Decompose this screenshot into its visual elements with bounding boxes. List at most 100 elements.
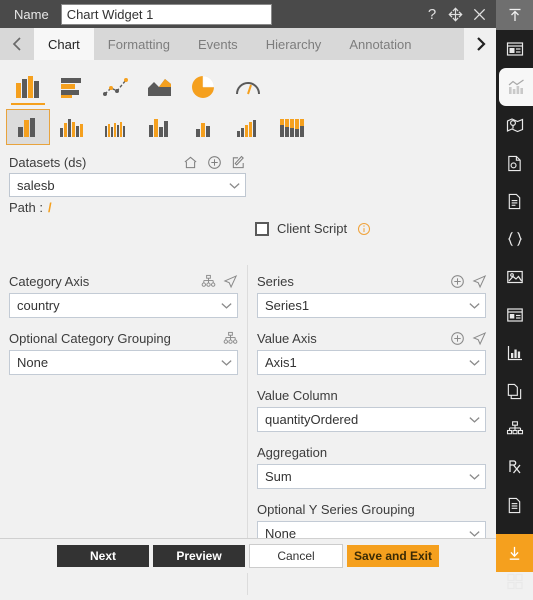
prescription-icon[interactable]	[496, 448, 533, 486]
main-panel: Datasets (ds) salesb Path: / Client Scr…	[0, 60, 496, 595]
optional-y-series-grouping-label: Optional Y Series Grouping	[257, 501, 415, 517]
tab-spacer	[425, 28, 464, 60]
map-widget-icon[interactable]	[496, 106, 533, 144]
tab-hierarchy[interactable]: Hierarchy	[252, 28, 336, 60]
chart-type-row-primary	[0, 60, 496, 105]
aggregation-label: Aggregation	[257, 444, 328, 460]
series-label: Series	[257, 273, 294, 289]
line-scatter-chart-icon[interactable]	[94, 70, 138, 104]
column-chart-icon[interactable]	[6, 70, 50, 105]
datasets-select[interactable]: salesb	[9, 173, 246, 197]
gauge-chart-icon[interactable]	[226, 70, 270, 104]
pie-chart-icon[interactable]	[182, 70, 226, 104]
stepped-column-icon[interactable]	[226, 109, 270, 145]
value-column-value: quantityOrdered	[265, 412, 359, 427]
chevron-right-icon[interactable]	[464, 28, 496, 60]
datasets-label: Datasets (ds)	[9, 155, 87, 170]
series-select[interactable]: Series1	[257, 293, 486, 318]
save-and-exit-button[interactable]: Save and Exit	[347, 545, 439, 567]
aggregation-select[interactable]: Sum	[257, 464, 486, 489]
chevron-down-icon	[463, 472, 485, 481]
send-icon[interactable]	[472, 331, 487, 346]
hierarchy-icon[interactable]	[223, 331, 238, 346]
plus-circle-icon[interactable]	[450, 274, 465, 289]
optional-category-grouping-value: None	[17, 355, 49, 370]
image-widget-icon[interactable]	[496, 258, 533, 296]
send-icon[interactable]	[472, 274, 487, 289]
datasets-value: salesb	[17, 177, 55, 193]
next-button[interactable]: Next	[57, 545, 149, 567]
series-value: Series1	[265, 298, 310, 313]
edit-square-icon[interactable]	[231, 155, 246, 170]
category-axis-select[interactable]: country	[9, 293, 238, 318]
datasets-section: Datasets (ds) salesb Path: /	[0, 149, 496, 215]
tab-events[interactable]: Events	[184, 28, 252, 60]
chart-type-row-variants	[0, 104, 496, 149]
multi-series-column-icon[interactable]	[50, 109, 94, 145]
bar-chart-icon[interactable]	[50, 70, 94, 104]
report-widget-icon[interactable]	[496, 144, 533, 182]
optional-category-grouping-label: Optional Category Grouping	[9, 330, 171, 346]
tab-chart-label: Chart	[48, 36, 80, 52]
field-aggregation: Aggregation Sum	[257, 442, 487, 489]
tab-formatting-label: Formatting	[107, 36, 170, 52]
plus-circle-icon[interactable]	[207, 155, 222, 170]
widget-name-input[interactable]	[60, 3, 272, 25]
plus-circle-icon[interactable]	[450, 331, 465, 346]
value-axis-value: Axis1	[265, 355, 297, 370]
aggregation-value: Sum	[265, 469, 292, 484]
field-optional-category-grouping: Optional Category Grouping None	[9, 328, 238, 375]
path-value: /	[47, 200, 52, 215]
chart-widget-dialog: Name ? Chart	[0, 0, 533, 595]
name-label: Name	[14, 6, 49, 22]
tab-hierarchy-label: Hierarchy	[265, 36, 322, 52]
stacked-column-icon[interactable]	[270, 109, 314, 145]
chevron-down-icon	[463, 529, 485, 538]
close-icon[interactable]	[472, 7, 487, 22]
chevron-left-icon[interactable]	[0, 28, 34, 60]
optional-category-grouping-select[interactable]: None	[9, 350, 238, 375]
move-icon[interactable]	[448, 6, 463, 22]
document-widget-icon[interactable]	[496, 182, 533, 220]
small-column-icon[interactable]	[182, 109, 226, 145]
code-braces-icon[interactable]	[496, 220, 533, 258]
preview-button[interactable]: Preview	[153, 545, 245, 567]
chevron-down-icon	[223, 181, 245, 190]
client-script-box[interactable]	[255, 221, 269, 236]
grouped-column-icon[interactable]	[138, 109, 182, 145]
tab-bar: Chart Formatting Events Hierarchy Annota…	[0, 28, 496, 60]
value-column-select[interactable]: quantityOrdered	[257, 407, 486, 432]
send-icon[interactable]	[223, 274, 238, 289]
field-category-axis: Category Axis country	[9, 271, 238, 318]
dataset-path: Path : /	[9, 200, 496, 215]
chevron-down-icon	[215, 301, 237, 310]
hierarchy-widget-icon[interactable]	[496, 410, 533, 448]
question-mark-icon[interactable]: ?	[425, 6, 439, 22]
hierarchy-icon[interactable]	[201, 274, 216, 289]
list-document-icon[interactable]	[496, 486, 533, 524]
tab-formatting[interactable]: Formatting	[94, 28, 184, 60]
widget-panel-icon[interactable]	[496, 30, 533, 68]
collapse-up-icon[interactable]	[496, 0, 533, 30]
footer-bar: Next Preview Cancel Save and Exit	[0, 538, 496, 573]
tab-chart[interactable]: Chart	[34, 28, 94, 60]
svg-text:?: ?	[428, 6, 436, 22]
thin-column-icon[interactable]	[94, 109, 138, 145]
value-axis-select[interactable]: Axis1	[257, 350, 486, 375]
chevron-down-icon	[463, 358, 485, 367]
page-copy-icon[interactable]	[496, 372, 533, 410]
kpi-widget-icon[interactable]	[496, 334, 533, 372]
chevron-down-icon	[463, 301, 485, 310]
right-rail	[496, 0, 533, 590]
cancel-button[interactable]: Cancel	[249, 544, 343, 568]
home-icon[interactable]	[183, 155, 198, 170]
clustered-column-icon[interactable]	[6, 109, 50, 145]
info-circle-icon[interactable]	[357, 222, 371, 236]
form-widget-icon[interactable]	[496, 296, 533, 334]
chart-widget-icon[interactable]	[499, 68, 533, 106]
area-chart-icon[interactable]	[138, 70, 182, 104]
tab-annotation[interactable]: Annotation	[335, 28, 425, 60]
client-script-checkbox[interactable]: Client Script	[255, 221, 371, 236]
client-script-label: Client Script	[277, 221, 348, 236]
download-icon[interactable]	[496, 534, 533, 572]
